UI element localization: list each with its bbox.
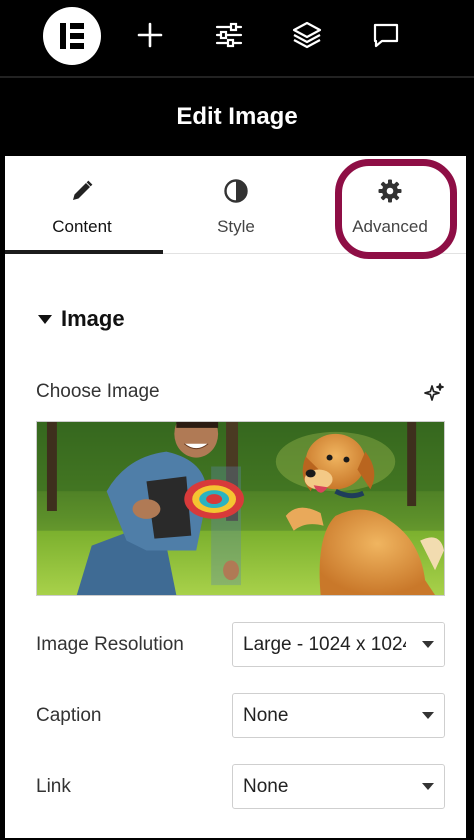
caption-label: Caption (36, 705, 102, 726)
elementor-logo[interactable] (43, 7, 101, 65)
layers-icon[interactable] (290, 18, 324, 52)
plus-icon[interactable] (133, 18, 167, 52)
sliders-icon[interactable] (212, 18, 246, 52)
tab-content[interactable]: Content (5, 156, 159, 254)
caption-value: None (243, 705, 289, 726)
chevron-down-icon (422, 712, 434, 719)
advanced-tab-highlight (335, 159, 457, 259)
image-preview[interactable] (36, 421, 445, 596)
panel-edge (466, 156, 474, 840)
resolution-label: Image Resolution (36, 634, 184, 655)
tab-content-label: Content (52, 217, 112, 236)
link-value: None (243, 776, 289, 797)
caption-select[interactable]: None (232, 693, 445, 738)
tab-style-label: Style (217, 217, 255, 236)
editor-panel: Edit Image Content Style Advanced Image … (0, 0, 474, 840)
panel-header: Edit Image (0, 78, 474, 156)
link-label: Link (36, 776, 71, 797)
contrast-icon (223, 178, 249, 204)
chevron-down-icon (422, 641, 434, 648)
settings-panel: Content Style Advanced Image Choose Imag… (5, 156, 466, 838)
section-title[interactable]: Image (61, 306, 125, 332)
caret-down-icon[interactable] (38, 315, 52, 324)
page-title: Edit Image (176, 103, 298, 130)
resolution-select[interactable]: Large - 1024 x 1024 (232, 622, 445, 667)
resolution-value: Large - 1024 x 1024 (243, 634, 414, 655)
top-toolbar (0, 0, 474, 78)
link-select[interactable]: None (232, 764, 445, 809)
active-tab-indicator (5, 250, 163, 254)
pencil-icon (69, 178, 95, 204)
chat-icon[interactable] (369, 18, 403, 52)
ai-sparkle-icon[interactable] (423, 382, 445, 404)
tab-style[interactable]: Style (159, 156, 313, 254)
chevron-down-icon (422, 783, 434, 790)
choose-image-label: Choose Image (36, 381, 160, 402)
